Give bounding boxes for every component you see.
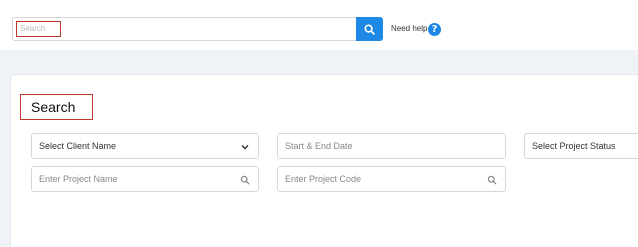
project-name-placeholder: Enter Project Name [39,174,118,184]
need-help-link[interactable]: Need help [391,24,427,34]
project-code-input[interactable]: Enter Project Code [277,166,506,192]
client-name-select-value: Select Client Name [39,141,117,151]
search-panel [10,74,638,247]
chevron-down-icon [241,145,249,150]
date-range-placeholder: Start & End Date [285,141,353,151]
project-name-input[interactable]: Enter Project Name [31,166,259,192]
search-icon [364,23,375,35]
project-code-placeholder: Enter Project Code [285,174,362,184]
date-range-input[interactable]: Start & End Date [277,133,506,159]
search-icon [487,175,497,185]
search-button[interactable] [356,17,383,41]
page-title-text: Search [31,99,76,115]
search-placeholder: Search [16,21,61,37]
project-status-select[interactable]: Select Project Status [524,133,638,159]
client-name-select[interactable]: Select Client Name [31,133,259,159]
page-title: Search [20,94,93,120]
project-status-select-value: Select Project Status [532,141,616,151]
search-icon [240,175,250,185]
help-icon[interactable]: ? [428,23,441,36]
top-bar: Search Need help ? [0,0,638,50]
global-search-input[interactable]: Search [12,17,357,41]
